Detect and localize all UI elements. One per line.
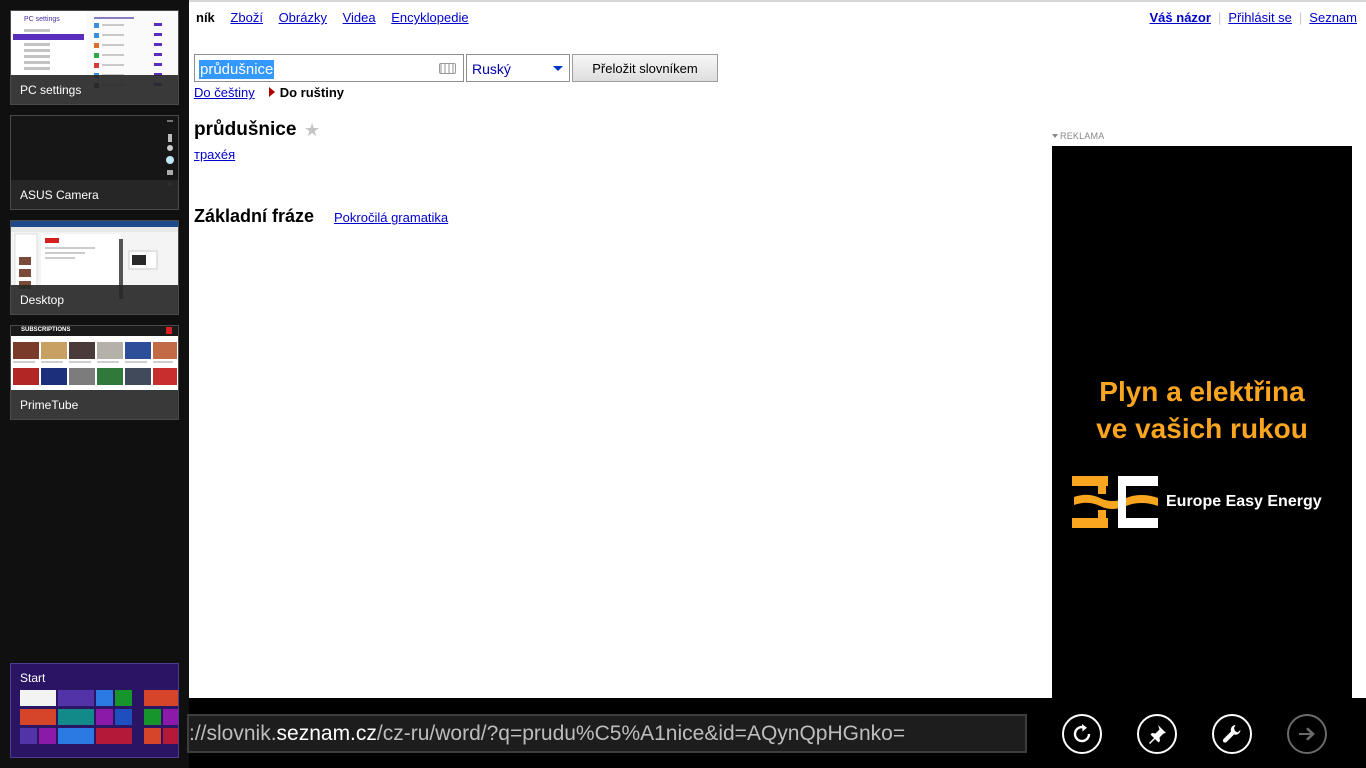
search-box[interactable]: průdušnice xyxy=(194,54,464,82)
nav-link-obrazky[interactable]: Obrázky xyxy=(279,10,327,25)
start-screen-tiles-icon xyxy=(20,690,178,744)
direction-to-russian-active: Do ruštiny xyxy=(279,85,344,100)
ad-label-text: REKLAMA xyxy=(1060,131,1105,141)
switcher-app-pc-settings[interactable]: PC settings PC settings xyxy=(10,10,179,105)
forward-arrow-icon xyxy=(1299,727,1315,741)
europe-easy-energy-logo-icon xyxy=(1072,476,1158,528)
phrases-heading: Základní fráze xyxy=(194,206,315,226)
mini-row xyxy=(24,67,50,70)
seznam-link[interactable]: Seznam xyxy=(1309,10,1357,25)
user-nav: Váš názor | Přihlásit se | Seznam xyxy=(1150,10,1357,25)
ad-headline-line-2: ve vašich rukou xyxy=(1096,413,1308,444)
switcher-app-label: Desktop xyxy=(11,285,178,314)
page-tools-button[interactable] xyxy=(1212,714,1252,754)
keyboard-icon[interactable] xyxy=(439,63,456,74)
grammar-link[interactable]: Pokročilá gramatika xyxy=(334,210,448,225)
mini-row xyxy=(24,43,50,46)
browser-page: ník Zboží Obrázky Videa Encyklopedie Váš… xyxy=(0,0,1366,698)
triangle-down-icon xyxy=(1052,134,1058,138)
nav-separator: | xyxy=(1298,10,1303,25)
switcher-app-asus-camera[interactable]: ASUS Camera xyxy=(10,115,179,210)
page-top-border xyxy=(0,0,1366,2)
ad-label: REKLAMA xyxy=(1052,131,1104,141)
mini-row xyxy=(24,49,50,52)
switcher-app-desktop[interactable]: Desktop xyxy=(10,220,179,315)
translation-direction: Do češtiny Do ruštiny xyxy=(194,85,344,100)
nav-link-zbozi[interactable]: Zboží xyxy=(230,10,263,25)
mini-row xyxy=(24,55,50,58)
refresh-button[interactable] xyxy=(1062,714,1102,754)
nav-link-encyklopedie[interactable]: Encyklopedie xyxy=(391,10,468,25)
url-path: /cz-ru/word/?q=prudu%C5%A1nice&id=AQynQp… xyxy=(376,722,906,745)
translate-button[interactable]: Přeložit slovníkem xyxy=(572,54,718,82)
pin-icon xyxy=(1149,725,1166,744)
app-switcher: PC settings PC settings ASUS Camera Desk… xyxy=(0,0,189,768)
nav-separator: | xyxy=(1217,10,1222,25)
ad-headline: Plyn a elektřina ve vašich rukou xyxy=(1052,373,1352,447)
forward-button[interactable] xyxy=(1287,714,1327,754)
url-prefix: ://slovnik. xyxy=(189,722,277,745)
url-host: seznam.cz xyxy=(276,722,377,745)
ad-brand-name: Europe Easy Energy xyxy=(1166,493,1322,510)
nav-link-videa[interactable]: Videa xyxy=(343,10,376,25)
nav-current-slovnik: ník xyxy=(196,10,215,25)
refresh-icon xyxy=(1073,724,1091,743)
switcher-app-label: ASUS Camera xyxy=(11,180,178,209)
headword-title: průdušnice xyxy=(194,119,297,140)
triangle-right-icon xyxy=(268,87,275,97)
language-select[interactable]: Ruský xyxy=(466,54,570,82)
direction-to-czech-link[interactable]: Do češtiny xyxy=(194,85,255,100)
switcher-app-label: PC settings xyxy=(11,75,178,104)
address-bar[interactable]: ://slovnik.seznam.cz/cz-ru/word/?q=prudu… xyxy=(187,714,1027,753)
mini-row-selected xyxy=(13,34,84,40)
pc-settings-mini-title: PC settings xyxy=(24,16,60,23)
chevron-down-icon xyxy=(553,66,563,71)
login-link[interactable]: Přihlásit se xyxy=(1228,10,1292,25)
search-input[interactable] xyxy=(198,58,436,78)
language-select-value: Ruský xyxy=(472,61,511,77)
ad-headline-line-1: Plyn a elektřina xyxy=(1099,376,1305,407)
start-tile[interactable]: Start xyxy=(10,663,179,758)
pin-button[interactable] xyxy=(1137,714,1177,754)
switcher-app-primetube[interactable]: SUBSCRIPTIONS PrimeTube xyxy=(10,325,179,420)
browser-app-bar: ://slovnik.seznam.cz/cz-ru/word/?q=prudu… xyxy=(187,698,1366,768)
start-label: Start xyxy=(20,671,46,685)
feedback-link[interactable]: Váš názor xyxy=(1150,10,1211,25)
service-nav: ník Zboží Obrázky Videa Encyklopedie xyxy=(196,10,481,25)
translation-link[interactable]: трахéя xyxy=(194,147,235,162)
switcher-app-label: PrimeTube xyxy=(11,390,178,419)
mini-row xyxy=(24,61,50,64)
settings-wrench-icon xyxy=(1222,725,1241,743)
star-icon[interactable]: ★ xyxy=(304,121,320,139)
mini-row xyxy=(24,29,50,32)
advertisement-banner[interactable]: Plyn a elektřina ve vašich rukou Europe … xyxy=(1052,146,1352,698)
